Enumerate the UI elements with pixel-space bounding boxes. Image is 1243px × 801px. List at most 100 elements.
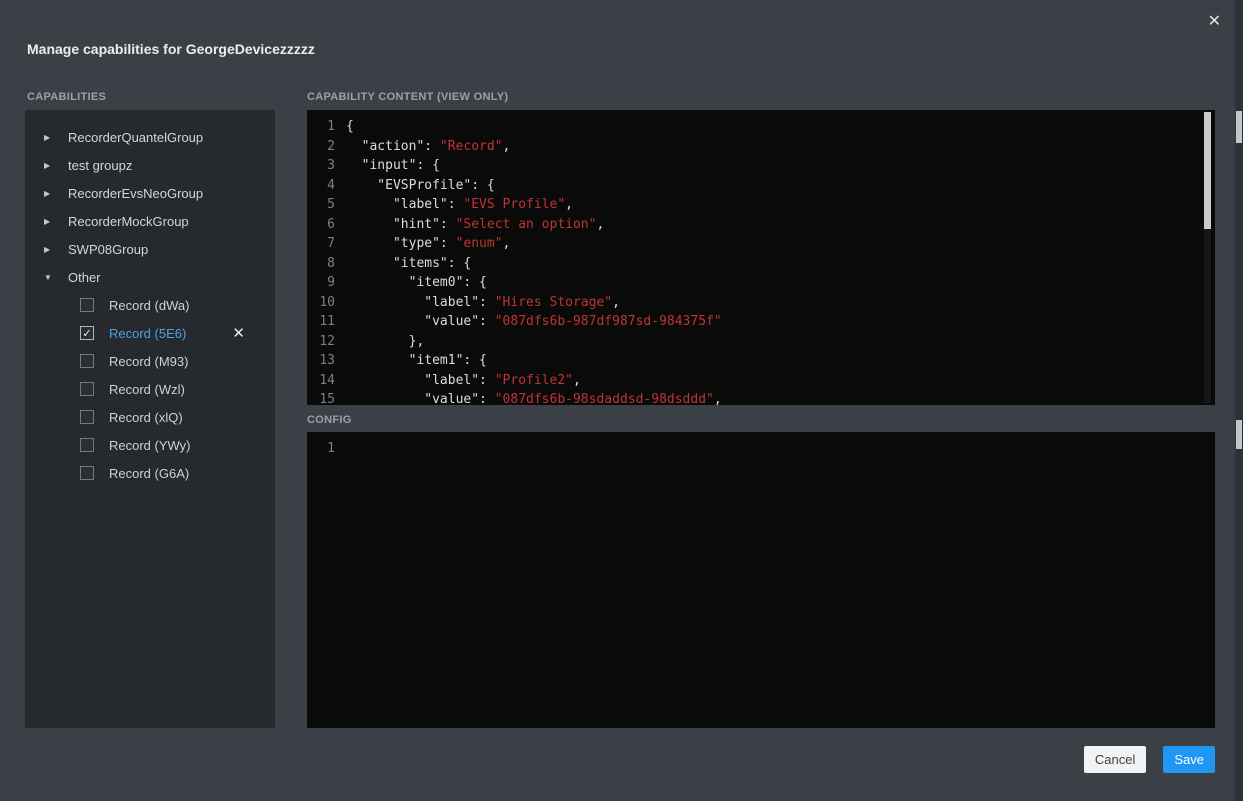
line-number: 5 xyxy=(307,195,335,215)
code-line: 13 "item1": { xyxy=(307,351,1215,371)
code-line: 12 }, xyxy=(307,332,1215,352)
capability-item-label: Record (5E6) xyxy=(109,326,186,341)
capability-item-label: Record (Wzl) xyxy=(109,382,185,397)
capability-item-label: Record (YWy) xyxy=(109,438,191,453)
capability-item-label: Record (M93) xyxy=(109,354,188,369)
cancel-button[interactable]: Cancel xyxy=(1084,746,1146,773)
line-number: 11 xyxy=(307,312,335,332)
tree-group-label: RecorderQuantelGroup xyxy=(68,130,203,145)
tree-group-recorderquantelgroup[interactable]: ▶RecorderQuantelGroup xyxy=(25,123,275,151)
code-line-text: "type": "enum", xyxy=(346,234,510,254)
code-line-text: "EVSProfile": { xyxy=(346,176,495,196)
line-number: 2 xyxy=(307,137,335,157)
line-number: 4 xyxy=(307,176,335,196)
code-line: 7 "type": "enum", xyxy=(307,234,1215,254)
tree-group-label: SWP08Group xyxy=(68,242,148,257)
code-line-text: "input": { xyxy=(346,156,440,176)
line-number: 1 xyxy=(307,439,335,459)
dialog-title: Manage capabilities for GeorgeDevicezzzz… xyxy=(27,41,315,57)
line-number: 6 xyxy=(307,215,335,235)
chevron-right-icon[interactable]: ▶ xyxy=(44,245,68,254)
capability-item-label: Record (G6A) xyxy=(109,466,189,481)
chevron-right-icon[interactable]: ▶ xyxy=(44,161,68,170)
code-line-text: "value": "087dfs6b-98sdaddsd-98dsddd", xyxy=(346,390,722,405)
window-scrollbar[interactable] xyxy=(1235,0,1243,801)
line-number: 12 xyxy=(307,332,335,352)
chevron-down-icon[interactable]: ▼ xyxy=(44,273,68,282)
code-line: 1{ xyxy=(307,117,1215,137)
line-number: 10 xyxy=(307,293,335,313)
code-line: 4 "EVSProfile": { xyxy=(307,176,1215,196)
code-line: 2 "action": "Record", xyxy=(307,137,1215,157)
config-header: CONFIG xyxy=(307,414,352,426)
code-line-text: "value": "087dfs6b-987df987sd-984375f" xyxy=(346,312,722,332)
capability-item-record-wzl[interactable]: Record (Wzl) xyxy=(25,375,275,403)
code-line-text: "label": "EVS Profile", xyxy=(346,195,573,215)
capability-content-code: 1{2 "action": "Record",3 "input": {4 "EV… xyxy=(307,110,1215,405)
capability-checkbox[interactable] xyxy=(80,410,94,424)
tree-group-label: test groupz xyxy=(68,158,132,173)
save-button[interactable]: Save xyxy=(1163,746,1215,773)
tree-group-recorderevsneogroup[interactable]: ▶RecorderEvsNeoGroup xyxy=(25,179,275,207)
config-editor[interactable]: 1 xyxy=(307,432,1215,728)
code-line-text: "hint": "Select an option", xyxy=(346,215,604,235)
code-line: 6 "hint": "Select an option", xyxy=(307,215,1215,235)
tree-group-other[interactable]: ▼Other xyxy=(25,263,275,291)
capability-checkbox[interactable] xyxy=(80,382,94,396)
tree-group-label: RecorderMockGroup xyxy=(68,214,189,229)
code-line: 8 "items": { xyxy=(307,254,1215,274)
capability-item-record-dwa[interactable]: Record (dWa) xyxy=(25,291,275,319)
capability-item-record-m93[interactable]: Record (M93) xyxy=(25,347,275,375)
capability-checkbox[interactable] xyxy=(80,438,94,452)
tree-group-test-groupz[interactable]: ▶test groupz xyxy=(25,151,275,179)
code-line-text: "item0": { xyxy=(346,273,487,293)
capability-content-editor[interactable]: 1{2 "action": "Record",3 "input": {4 "EV… xyxy=(307,110,1215,405)
code-line: 5 "label": "EVS Profile", xyxy=(307,195,1215,215)
code-line: 9 "item0": { xyxy=(307,273,1215,293)
capability-item-label: Record (dWa) xyxy=(109,298,189,313)
code-line-text: "items": { xyxy=(346,254,471,274)
scrollbar-thumb[interactable] xyxy=(1236,111,1242,143)
code-line-text: "item1": { xyxy=(346,351,487,371)
capability-item-label: Record (xlQ) xyxy=(109,410,183,425)
editor-scrollbar[interactable] xyxy=(1204,112,1211,403)
tree-group-recordermockgroup[interactable]: ▶RecorderMockGroup xyxy=(25,207,275,235)
tree-group-label: RecorderEvsNeoGroup xyxy=(68,186,203,201)
line-number: 1 xyxy=(307,117,335,137)
code-line: 10 "label": "Hires Storage", xyxy=(307,293,1215,313)
line-number: 14 xyxy=(307,371,335,391)
close-icon[interactable]: ✕ xyxy=(1208,14,1221,30)
capability-checkbox[interactable]: ✓ xyxy=(80,326,94,340)
capability-item-record-5e6[interactable]: ✓ Record (5E6) ✕ xyxy=(25,319,275,347)
code-line-text: "label": "Hires Storage", xyxy=(346,293,620,313)
code-line-text: "action": "Record", xyxy=(346,137,510,157)
manage-capabilities-dialog: ✕ Manage capabilities for GeorgeDevicezz… xyxy=(0,0,1243,801)
capability-item-record-xlq[interactable]: Record (xlQ) xyxy=(25,403,275,431)
capability-item-record-ywy[interactable]: Record (YWy) xyxy=(25,431,275,459)
capabilities-tree: ▶RecorderQuantelGroup▶test groupz▶Record… xyxy=(25,110,275,487)
code-line: 15 "value": "087dfs6b-98sdaddsd-98dsddd"… xyxy=(307,390,1215,405)
chevron-right-icon[interactable]: ▶ xyxy=(44,217,68,226)
code-line: 3 "input": { xyxy=(307,156,1215,176)
scrollbar-thumb[interactable] xyxy=(1236,420,1242,449)
capability-checkbox[interactable] xyxy=(80,298,94,312)
capability-checkbox[interactable] xyxy=(80,354,94,368)
chevron-right-icon[interactable]: ▶ xyxy=(44,133,68,142)
line-number: 13 xyxy=(307,351,335,371)
capabilities-panel: ▶RecorderQuantelGroup▶test groupz▶Record… xyxy=(25,110,275,728)
code-line-text: "label": "Profile2", xyxy=(346,371,581,391)
dialog-footer: Cancel Save xyxy=(1084,746,1215,773)
code-line-text: }, xyxy=(346,332,424,352)
capability-item-record-g6a[interactable]: Record (G6A) xyxy=(25,459,275,487)
line-number: 9 xyxy=(307,273,335,293)
code-line: 11 "value": "087dfs6b-987df987sd-984375f… xyxy=(307,312,1215,332)
capability-checkbox[interactable] xyxy=(80,466,94,480)
editor-scrollbar-thumb[interactable] xyxy=(1204,112,1211,229)
chevron-right-icon[interactable]: ▶ xyxy=(44,189,68,198)
tree-group-swp08group[interactable]: ▶SWP08Group xyxy=(25,235,275,263)
code-line: 14 "label": "Profile2", xyxy=(307,371,1215,391)
remove-capability-icon[interactable]: ✕ xyxy=(232,326,245,341)
line-number: 8 xyxy=(307,254,335,274)
config-code: 1 xyxy=(307,432,1215,459)
code-line-text: { xyxy=(346,117,354,137)
